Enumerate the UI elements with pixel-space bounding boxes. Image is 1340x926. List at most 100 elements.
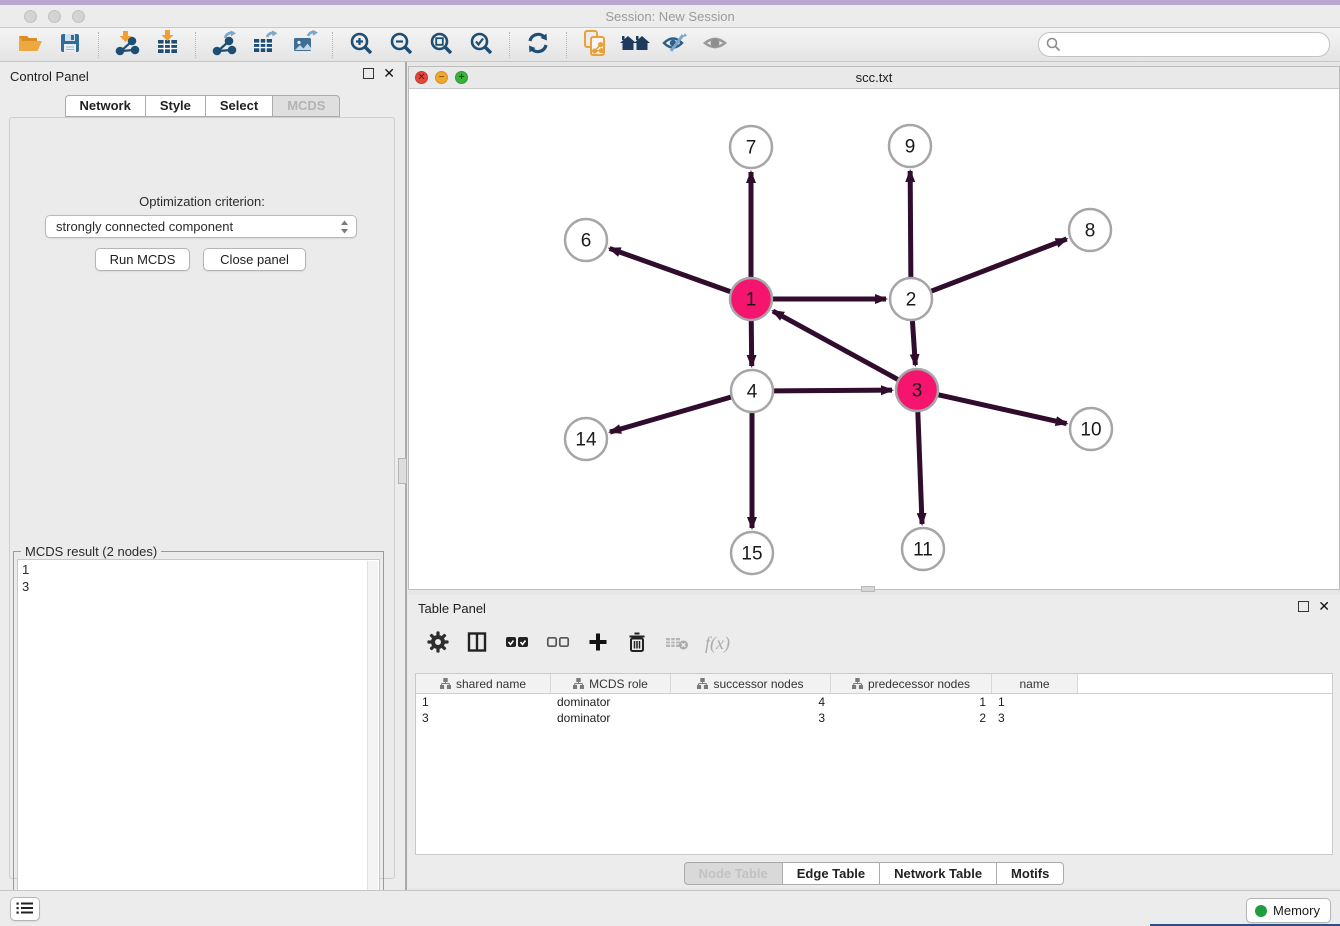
save-icon — [58, 31, 82, 58]
criterion-dropdown[interactable]: strongly connected component — [45, 215, 357, 238]
show-graphics-button[interactable] — [695, 30, 735, 60]
show-column-button[interactable] — [465, 629, 489, 657]
main-toolbar — [0, 28, 1340, 62]
export-image-button[interactable] — [284, 30, 324, 60]
export-table-button[interactable] — [244, 30, 284, 60]
zoom-in-icon — [349, 31, 374, 59]
graph-edge-2-8[interactable] — [932, 239, 1067, 291]
graph-node-label: 14 — [575, 430, 597, 451]
tab-select[interactable]: Select — [205, 95, 272, 117]
import-table-button[interactable] — [147, 30, 187, 60]
tab-style[interactable]: Style — [145, 95, 205, 117]
refresh-icon — [525, 30, 551, 59]
tab-motifs[interactable]: Motifs — [997, 862, 1064, 885]
clone-network-icon — [582, 29, 608, 60]
attribute-icon — [852, 678, 863, 689]
column-header-successor-nodes[interactable]: successor nodes — [671, 674, 831, 693]
column-header-shared-name[interactable]: shared name — [416, 674, 551, 693]
table-settings-button[interactable] — [426, 629, 450, 657]
tab-node-table[interactable]: Node Table — [684, 862, 783, 885]
zoom-out-button[interactable] — [381, 30, 421, 60]
network-title: scc.txt — [409, 70, 1339, 85]
memory-label: Memory — [1273, 903, 1320, 918]
zoom-in-button[interactable] — [341, 30, 381, 60]
network-canvas[interactable]: 7968124314101511 — [409, 89, 1339, 589]
control-panel: Control Panel ✕ Network Style Select MCD… — [0, 62, 405, 890]
run-mcds-button[interactable]: Run MCDS — [95, 248, 190, 271]
zoom-selected-button[interactable] — [461, 30, 501, 60]
save-session-button[interactable] — [50, 30, 90, 60]
graph-edge-3-10[interactable] — [938, 395, 1066, 424]
create-column-button[interactable] — [586, 629, 610, 657]
close-panel-button[interactable]: Close panel — [203, 248, 306, 271]
zoom-fit-button[interactable] — [421, 30, 461, 60]
import-table-icon — [154, 30, 180, 59]
graph-node-label: 4 — [747, 382, 758, 403]
eye-icon — [701, 31, 729, 58]
vertical-splitter-handle[interactable] — [398, 458, 407, 484]
graph-edge-2-9[interactable] — [910, 171, 911, 277]
import-network-button[interactable] — [107, 30, 147, 60]
float-panel-icon[interactable] — [363, 68, 374, 79]
cell-name: 3 — [992, 710, 1078, 726]
cell-predecessor-nodes: 1 — [831, 694, 992, 710]
control-panel-header: Control Panel ✕ — [0, 62, 405, 88]
hide-graphics-button[interactable] — [655, 30, 695, 60]
titlebar: Session: New Session — [0, 5, 1340, 28]
graph-edge-3-1[interactable] — [773, 311, 898, 379]
open-folder-icon — [17, 31, 44, 58]
export-network-icon — [211, 30, 237, 59]
function-builder-button[interactable]: f(x) — [705, 629, 730, 657]
horizontal-splitter-handle[interactable] — [861, 586, 875, 592]
task-history-button[interactable] — [10, 897, 40, 921]
graph-edge-3-11[interactable] — [918, 412, 922, 524]
table-tabs: Node Table Edge Table Network Table Moti… — [408, 862, 1340, 885]
mcds-result-text[interactable]: 1 3 — [17, 559, 380, 924]
search-input[interactable] — [1038, 32, 1330, 57]
memory-button[interactable]: Memory — [1246, 898, 1331, 923]
table-header-row: shared name MCDS role successor nodes pr… — [416, 674, 1332, 694]
tab-mcds[interactable]: MCDS — [272, 95, 340, 117]
delete-table-button[interactable] — [664, 629, 690, 657]
delete-column-button[interactable] — [625, 629, 649, 657]
cell-shared-name: 3 — [416, 710, 551, 726]
export-network-button[interactable] — [204, 30, 244, 60]
refresh-button[interactable] — [518, 30, 558, 60]
cell-mcds-role: dominator — [551, 694, 671, 710]
select-all-columns-button[interactable] — [504, 629, 530, 657]
graph-edge-4-14[interactable] — [610, 397, 731, 432]
delete-table-icon — [664, 630, 690, 657]
zoom-fit-icon — [429, 31, 454, 59]
graph-node-label: 15 — [741, 544, 762, 565]
graph-node-label: 3 — [912, 381, 923, 402]
float-table-panel-icon[interactable] — [1298, 601, 1309, 612]
network-overview-button[interactable] — [615, 30, 655, 60]
clone-network-button[interactable] — [575, 30, 615, 60]
table-row[interactable]: 3 dominator 3 2 3 — [416, 710, 1332, 726]
column-header-name[interactable]: name — [992, 674, 1078, 693]
tab-network[interactable]: Network — [65, 95, 145, 117]
graph-edge-1-6[interactable] — [610, 248, 731, 291]
table-row[interactable]: 1 dominator 4 1 1 — [416, 694, 1332, 710]
graph-edge-4-3[interactable] — [774, 390, 892, 391]
unselect-all-columns-button[interactable] — [545, 629, 571, 657]
cell-name: 1 — [992, 694, 1078, 710]
tab-edge-table[interactable]: Edge Table — [783, 862, 880, 885]
column-header-mcds-role[interactable]: MCDS role — [551, 674, 671, 693]
result-scrollbar[interactable] — [367, 561, 378, 922]
graph-node-label: 11 — [913, 540, 933, 561]
header-filler — [1078, 674, 1332, 693]
toolbar-separator — [195, 32, 196, 58]
open-session-button[interactable] — [10, 30, 50, 60]
fx-icon: f(x) — [705, 633, 730, 654]
eye-slash-icon — [661, 31, 689, 58]
toolbar-separator — [332, 32, 333, 58]
column-header-predecessor-nodes[interactable]: predecessor nodes — [831, 674, 992, 693]
close-table-panel-icon[interactable]: ✕ — [1318, 601, 1330, 612]
graph-edge-2-3[interactable] — [912, 321, 915, 365]
checked-boxes-icon — [504, 630, 530, 657]
attribute-icon — [440, 678, 451, 689]
close-panel-icon[interactable]: ✕ — [383, 68, 395, 79]
tab-network-table[interactable]: Network Table — [880, 862, 997, 885]
graph-node-label: 1 — [746, 290, 757, 311]
